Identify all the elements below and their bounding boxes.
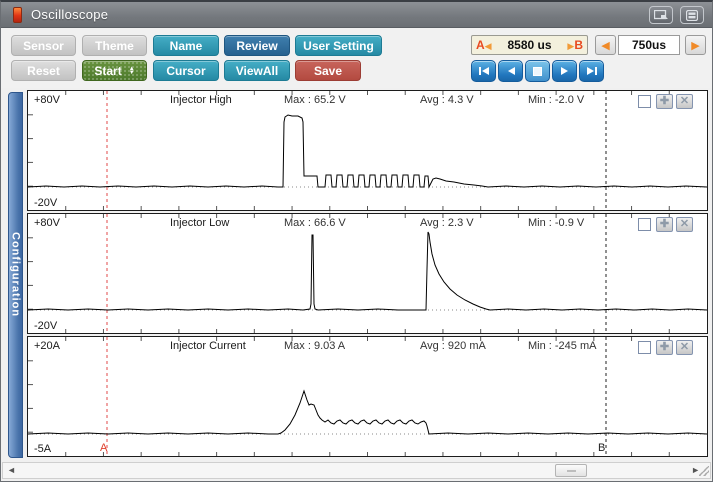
play-button[interactable]	[552, 60, 577, 82]
channel-panel-injector-low: +80V -20V Injector Low Max : 66.6 V Avg …	[27, 213, 708, 334]
skip-end-icon	[586, 67, 597, 75]
scale-top-label: +80V	[34, 217, 60, 229]
channel-name: Injector Low	[170, 217, 230, 229]
channel-close-button[interactable]: ✕	[676, 217, 693, 232]
window-title: Oscilloscope	[31, 7, 109, 22]
cursor-button[interactable]: Cursor	[153, 60, 219, 81]
spin-updown-icon: ▲ ▼	[128, 65, 135, 76]
channel-select-checkbox[interactable]	[638, 341, 651, 354]
scale-bottom-label: -5A	[34, 443, 52, 455]
channel-select-checkbox[interactable]	[638, 95, 651, 108]
waveform-plot[interactable]	[28, 214, 707, 333]
scroll-left-icon[interactable]: ◄	[7, 465, 16, 475]
viewall-button[interactable]: ViewAll	[224, 60, 290, 81]
configuration-tab[interactable]: Configuration	[8, 92, 23, 458]
timebase-value: 750us	[618, 35, 680, 55]
channel-select-checkbox[interactable]	[638, 218, 651, 231]
minimize-window-button[interactable]	[680, 6, 704, 24]
scale-top-label: +20A	[34, 340, 60, 352]
waveform-plot[interactable]	[28, 91, 707, 210]
title-bar: Oscilloscope	[1, 2, 712, 28]
channel-panel-injector-high: +80V -20V Injector High Max : 65.2 V Avg…	[27, 90, 708, 211]
timebase-increase-button[interactable]: ▶	[685, 35, 706, 55]
stat-avg: Avg : 2.3 V	[420, 217, 474, 229]
stop-button[interactable]	[525, 60, 550, 82]
scrollbar-thumb[interactable]	[555, 464, 587, 477]
skip-start-icon	[478, 67, 489, 75]
save-button[interactable]: Save	[295, 60, 361, 81]
minimize-icon	[686, 9, 698, 21]
stat-avg: Avg : 4.3 V	[420, 94, 474, 106]
ab-time-readout: A◀ 8580 us ▶B	[471, 35, 588, 55]
horizontal-scrollbar[interactable]: ◄ ►	[2, 462, 711, 479]
step-back-button[interactable]	[498, 60, 523, 82]
channel-zoom-button[interactable]: ✚	[656, 94, 673, 109]
stat-avg: Avg : 920 mA	[420, 340, 486, 352]
channel-close-button[interactable]: ✕	[676, 340, 693, 355]
app-flame-icon	[13, 7, 22, 23]
oscilloscope-window: Oscilloscope Sensor Theme Name Review Us…	[0, 0, 713, 482]
stat-min: Min : -245 mA	[528, 340, 597, 352]
stop-icon	[533, 66, 542, 76]
stat-min: Min : -2.0 V	[528, 94, 585, 106]
cursor-b-label: B	[574, 38, 583, 52]
a-left-arrow-icon: ◀	[484, 41, 492, 51]
stat-max: Max : 65.2 V	[284, 94, 346, 106]
user-setting-button[interactable]: User Setting	[295, 35, 382, 56]
name-button[interactable]: Name	[153, 35, 219, 56]
play-icon	[560, 67, 568, 75]
snapshot-icon	[654, 9, 668, 19]
configuration-tab-label: Configuration	[9, 232, 22, 318]
scale-top-label: +80V	[34, 94, 60, 106]
reset-button[interactable]: Reset	[11, 60, 76, 81]
right-arrow-icon: ▶	[691, 39, 700, 52]
waveform-plot[interactable]	[28, 337, 707, 456]
toolbar: Sensor Theme Name Review User Setting Re…	[1, 28, 712, 88]
step-back-icon	[507, 67, 515, 75]
channel-zoom-button[interactable]: ✚	[656, 340, 673, 355]
capture-window-button[interactable]	[649, 6, 673, 24]
cursor-a-label: A	[476, 38, 485, 52]
scale-bottom-label: -20V	[34, 320, 58, 332]
channel-panel-injector-current: +20A -5A Injector Current Max : 9.03 A A…	[27, 336, 708, 457]
stat-max: Max : 9.03 A	[284, 340, 346, 352]
theme-button[interactable]: Theme	[82, 35, 147, 56]
start-button-label: Start	[94, 63, 122, 78]
timebase-decrease-button[interactable]: ◀	[595, 35, 616, 55]
review-button[interactable]: Review	[224, 35, 290, 56]
channel-zoom-button[interactable]: ✚	[656, 217, 673, 232]
cursor-a-marker[interactable]: A	[100, 442, 107, 454]
cursor-b-marker[interactable]: B	[598, 442, 605, 454]
channel-name: Injector Current	[170, 340, 246, 352]
channel-name: Injector High	[170, 94, 232, 106]
stat-min: Min : -0.9 V	[528, 217, 585, 229]
stat-max: Max : 66.6 V	[284, 217, 346, 229]
resize-grip-icon[interactable]	[699, 466, 709, 476]
ab-delta-value: 8580 us	[507, 38, 552, 52]
sensor-button[interactable]: Sensor	[11, 35, 76, 56]
left-arrow-icon: ◀	[601, 39, 610, 52]
skip-to-start-button[interactable]	[471, 60, 496, 82]
skip-to-end-button[interactable]	[579, 60, 604, 82]
start-button[interactable]: Start ▲ ▼	[82, 60, 147, 81]
channel-close-button[interactable]: ✕	[676, 94, 693, 109]
scale-bottom-label: -20V	[34, 197, 58, 209]
